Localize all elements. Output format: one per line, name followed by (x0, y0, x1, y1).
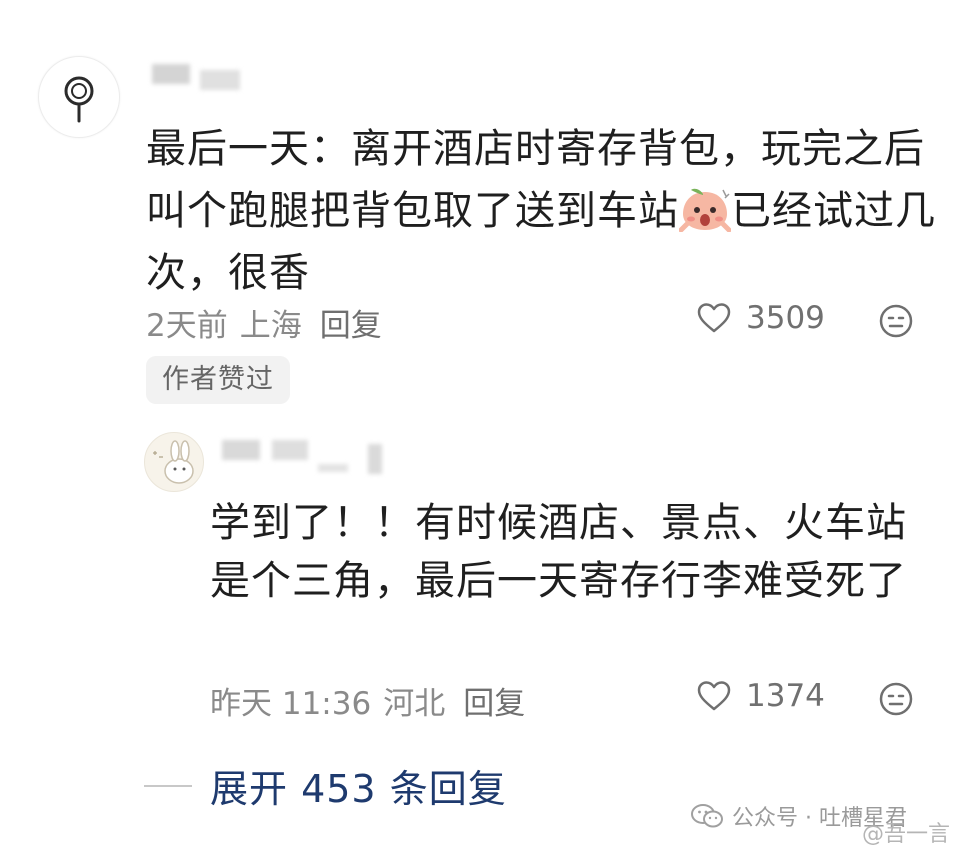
reply-name-redacted-3 (318, 464, 348, 472)
reply-time: 昨天 11:36 (210, 686, 372, 722)
expand-divider (144, 784, 192, 787)
like-count: 3509 (746, 300, 825, 336)
reply-avatar[interactable] (144, 432, 204, 492)
lollipop-avatar-icon (64, 76, 94, 123)
comment-body: 最后一天：离开酒店时寄存背包，玩完之后叫个跑腿把背包取了送到车站 已经试过几次，… (146, 118, 936, 304)
comment-time: 2天前 (146, 308, 228, 344)
peach-shocked-emoji (679, 188, 731, 232)
reply-name-redacted-2 (272, 440, 308, 460)
commenter-name-redacted[interactable] (152, 64, 190, 84)
weibo-watermark: @吾一言 (862, 822, 951, 847)
emoji-react-icon[interactable] (878, 681, 914, 717)
heart-icon (697, 681, 731, 711)
expand-replies-label: 展开 453 条回复 (210, 767, 507, 811)
reply-location: 河北 (383, 686, 446, 722)
reply-like-button[interactable]: 1374 (696, 678, 825, 714)
reply-meta: 昨天 11:36 河北 回复 (210, 678, 525, 723)
reply-button[interactable]: 回复 (320, 300, 382, 345)
reply-body: 学到了！！有时候酒店、景点、火车站是个三角，最后一天寄存行李难受死了 (210, 500, 907, 604)
like-button[interactable]: 3509 (696, 300, 825, 336)
reply-like-count: 1374 (746, 678, 825, 714)
expand-replies-button[interactable]: 展开 453 条回复 (144, 758, 507, 813)
reply-reply-button[interactable]: 回复 (463, 678, 525, 723)
commenter-name-redacted-2 (200, 70, 240, 90)
wechat-icon (691, 804, 723, 828)
comment-meta: 2天前 上海 回复 (146, 300, 382, 345)
comment-location: 上海 (239, 308, 302, 344)
commenter-avatar[interactable] (38, 56, 120, 138)
heart-icon (697, 303, 731, 333)
reply-name-redacted-4 (368, 444, 382, 474)
reply-name-redacted[interactable] (222, 440, 260, 460)
bunny-avatar-icon (153, 440, 194, 484)
author-liked-badge: 作者赞过 (146, 356, 290, 404)
emoji-react-icon[interactable] (878, 303, 914, 339)
